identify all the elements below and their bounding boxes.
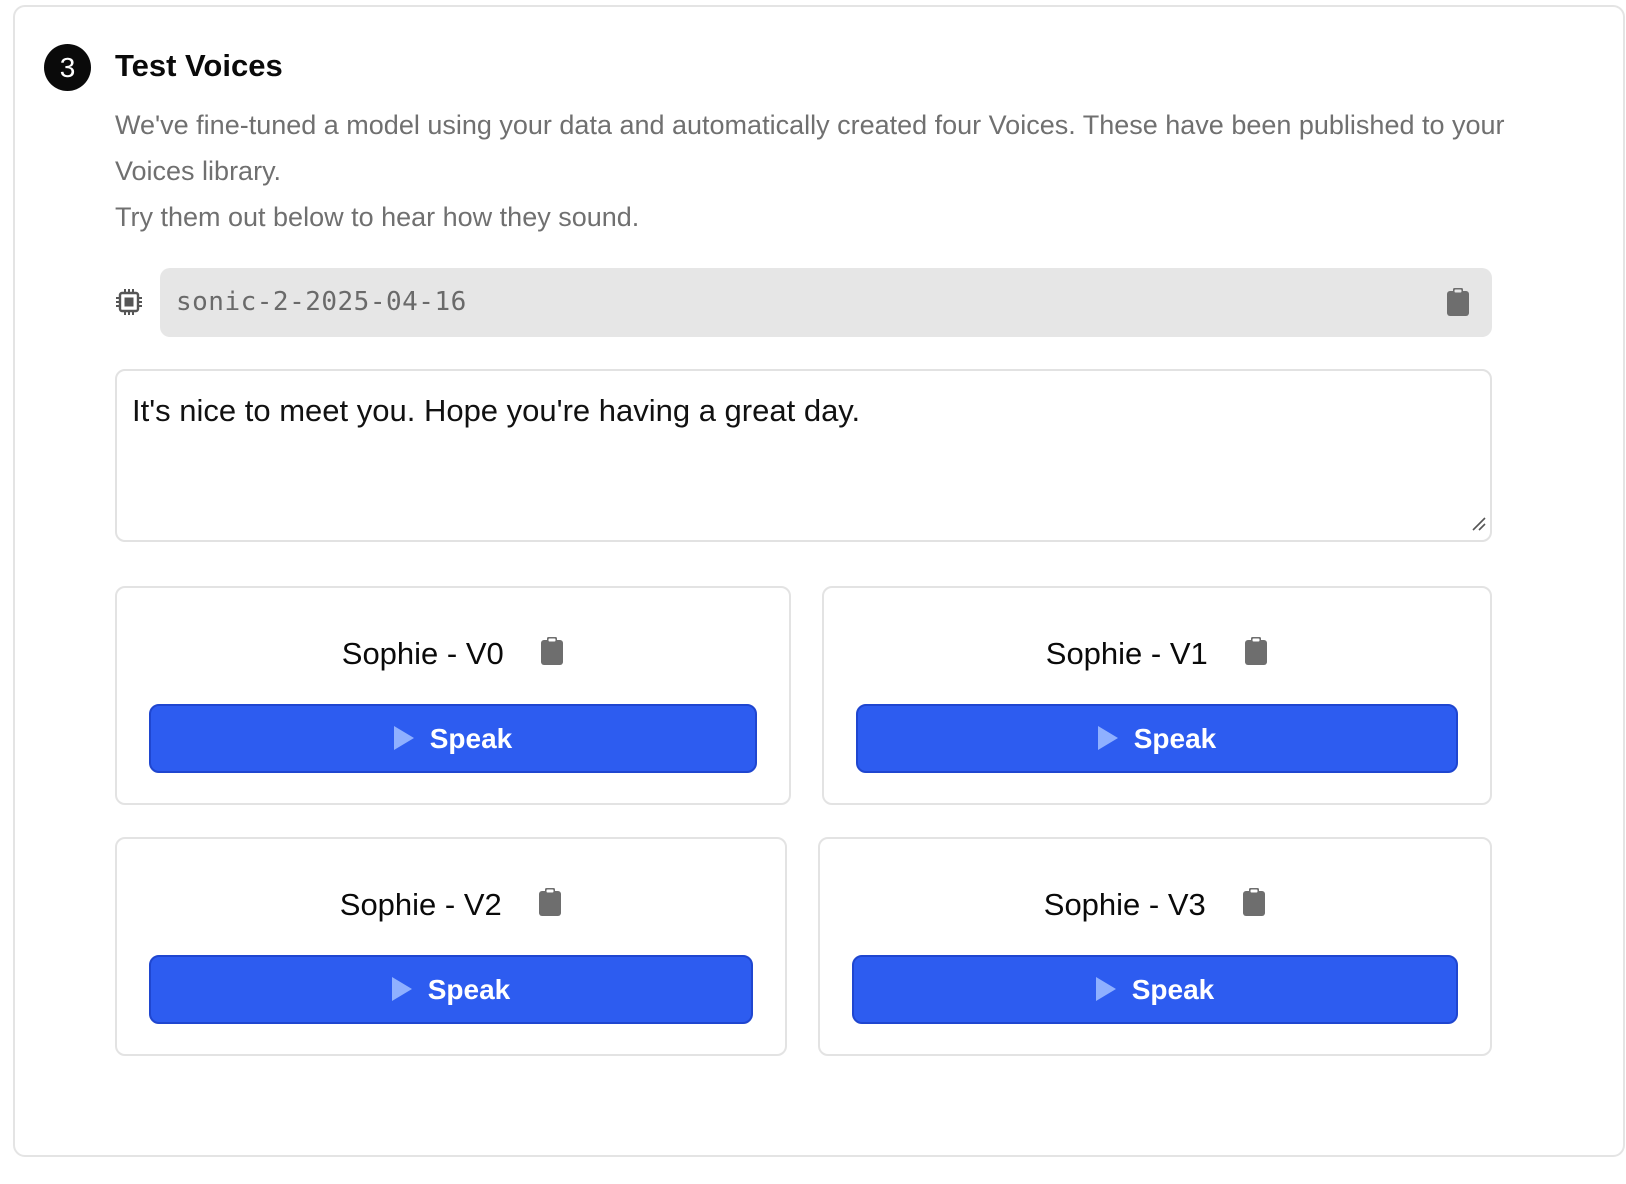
speak-button-label: Speak — [1131, 973, 1215, 1005]
play-icon — [1097, 726, 1118, 750]
voice-name: Sophie - V0 — [341, 636, 504, 671]
voice-card: Sophie - V3 Speak — [818, 837, 1492, 1056]
voice-name: Sophie - V2 — [339, 887, 502, 922]
clipboard-icon[interactable] — [1446, 288, 1470, 322]
voice-card: Sophie - V1 Speak — [822, 586, 1492, 805]
model-id-value: sonic-2-2025-04-16 — [176, 287, 467, 317]
transcript-text: It's nice to meet you. Hope you're havin… — [132, 393, 861, 428]
transcript-textarea[interactable]: It's nice to meet you. Hope you're havin… — [115, 369, 1492, 542]
speak-button-label: Speak — [427, 973, 511, 1005]
play-icon — [393, 726, 414, 750]
voice-card: Sophie - V2 Speak — [115, 837, 787, 1056]
voice-name: Sophie - V3 — [1043, 887, 1206, 922]
speak-button[interactable]: Speak — [149, 704, 757, 773]
model-id-field[interactable]: sonic-2-2025-04-16 — [160, 268, 1492, 337]
speak-button-label: Speak — [429, 722, 513, 754]
play-icon — [391, 977, 412, 1001]
description-line: We've fine-tuned a model using your data… — [115, 110, 1505, 186]
clipboard-icon[interactable] — [1244, 637, 1268, 671]
voice-name: Sophie - V1 — [1045, 636, 1208, 671]
speak-button[interactable]: Speak — [852, 955, 1458, 1024]
step-number-badge: 3 — [44, 44, 91, 91]
clipboard-icon[interactable] — [540, 637, 564, 671]
speak-button-label: Speak — [1133, 722, 1217, 754]
section-description: We've fine-tuned a model using your data… — [115, 102, 1505, 240]
chip-icon — [116, 288, 142, 316]
voice-card: Sophie - V0 Speak — [115, 586, 791, 805]
resize-handle-icon[interactable] — [1471, 516, 1487, 537]
description-line: Try them out below to hear how they soun… — [115, 202, 640, 232]
speak-button[interactable]: Speak — [149, 955, 753, 1024]
speak-button[interactable]: Speak — [856, 704, 1458, 773]
section-title: Test Voices — [115, 48, 283, 83]
clipboard-icon[interactable] — [538, 888, 562, 922]
play-icon — [1095, 977, 1116, 1001]
clipboard-icon[interactable] — [1242, 888, 1266, 922]
